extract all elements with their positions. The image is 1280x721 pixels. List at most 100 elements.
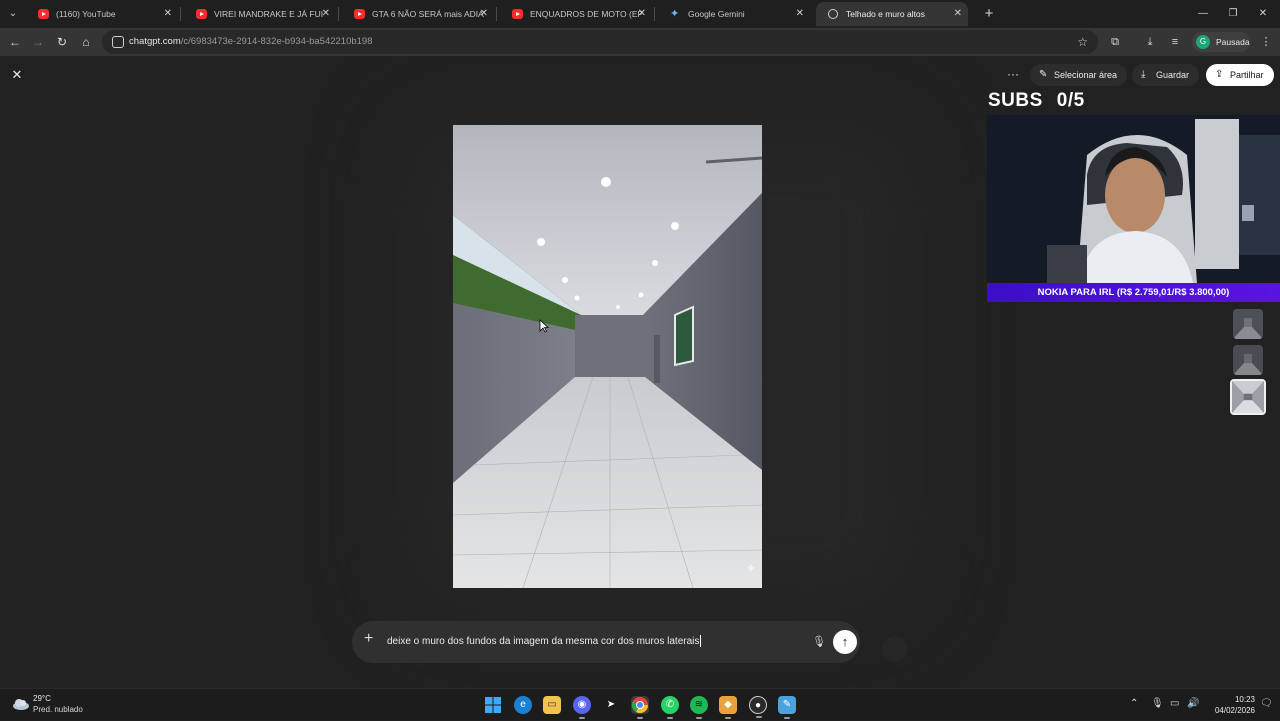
url-text[interactable]: chatgpt.com/c/6983473e-2914-832e-b934-ba… (129, 30, 373, 54)
profile-button[interactable]: G Pausada (1192, 32, 1250, 52)
select-area-button[interactable]: ✎ Selecionar área (1030, 64, 1128, 86)
tab-youtube-video[interactable]: ENQUADROS DE MOTO (EP. 12) ✕ (500, 2, 652, 26)
steam-icon[interactable]: ➤ (602, 696, 620, 714)
paint-icon[interactable]: ✎ (778, 696, 796, 719)
svg-text:✦: ✦ (745, 561, 757, 577)
subs-count: 0/5 (1056, 90, 1085, 111)
address-bar[interactable]: chatgpt.com/c/6983473e-2914-832e-b934-ba… (102, 30, 1098, 54)
save-label: Guardar (1156, 70, 1190, 80)
tab-search-chevron-icon[interactable]: ⌄ (4, 5, 22, 23)
microphone-tray-icon[interactable]: 🎙 (1151, 698, 1164, 709)
webcam-feed (987, 115, 1280, 283)
url-domain: chatgpt.com (129, 36, 181, 47)
browser-menu-kebab-icon[interactable]: ⋮ (1257, 33, 1275, 51)
restore-icon[interactable]: ❐ (1218, 4, 1248, 24)
clock-date: 04/02/2026 (1214, 706, 1255, 715)
spotify-icon[interactable]: ≋ (690, 696, 708, 719)
tab-divider (654, 7, 655, 21)
donation-goal-ticker: NOKIA PARA IRL (R$ 2.759,01/R$ 3.800,00) (987, 283, 1280, 302)
more-options-icon[interactable]: ··· (1004, 64, 1022, 86)
weather-temperature: 29°C (33, 694, 51, 703)
image-thumbnail-1[interactable] (1233, 309, 1263, 339)
window-close-icon[interactable]: ✕ (1248, 4, 1278, 24)
cloud-weather-icon[interactable] (12, 698, 30, 710)
close-viewer-icon[interactable]: ✕ (8, 66, 26, 84)
tab-divider (180, 7, 181, 21)
tab-close-icon[interactable]: ✕ (796, 2, 804, 26)
gemini-icon: ✦ (670, 8, 680, 20)
mouse-pointer-icon (539, 319, 549, 333)
share-button[interactable]: ⇪ Partilhar (1206, 64, 1274, 86)
tab-close-icon[interactable]: ✕ (954, 2, 962, 26)
windows-start-icon[interactable] (484, 696, 502, 714)
chrome-icon[interactable] (631, 696, 649, 719)
tab-title: VIREI MANDRAKE E JÁ FUI HUM (214, 9, 326, 19)
send-arrow-button[interactable]: ↑ (833, 630, 857, 654)
tab-gemini[interactable]: ✦ Google Gemini ✕ (658, 2, 810, 26)
clock-time: 10:23 (1234, 695, 1255, 704)
tab-youtube-video[interactable]: GTA 6 NÃO SERÁ mais ADIADO ✕ (342, 2, 494, 26)
extensions-puzzle-icon[interactable]: ⧉ (1106, 33, 1124, 51)
prompt-composer[interactable]: + deixe o muro dos fundos da imagem da m… (352, 621, 860, 663)
discord-icon[interactable]: ◉ (573, 696, 591, 719)
downloads-icon[interactable]: ⤓ (1141, 33, 1159, 51)
share-label: Partilhar (1230, 70, 1264, 80)
home-icon[interactable]: ⌂ (77, 33, 95, 51)
thumbnail-art (1232, 381, 1264, 413)
edge-icon[interactable]: e (514, 696, 532, 714)
tab-title: Google Gemini (688, 9, 745, 19)
file-explorer-icon[interactable]: ▭ (543, 696, 561, 714)
tab-divider (338, 7, 339, 21)
obs-icon[interactable]: ● (749, 696, 767, 718)
tab-close-icon[interactable]: ✕ (480, 2, 488, 26)
network-icon[interactable]: ▭ (1170, 698, 1179, 709)
windows-taskbar: 29°C Pred. nublado e ▭ ◉ ➤ ✆ ≋ ◆ ● ✎ ⌃ 🎙… (0, 688, 1280, 720)
back-arrow-icon[interactable]: ← (6, 33, 24, 51)
system-clock[interactable]: 10:23 04/02/2026 (1205, 694, 1255, 716)
volume-icon[interactable]: 🔊 (1187, 698, 1199, 709)
generated-image[interactable]: ✦ (452, 125, 763, 589)
tray-overflow-chevron-icon[interactable]: ⌃ (1130, 698, 1138, 709)
tab-close-icon[interactable]: ✕ (164, 2, 172, 26)
site-info-icon[interactable] (112, 36, 124, 48)
tab-youtube[interactable]: (1160) YouTube ✕ (26, 2, 178, 26)
minimize-icon[interactable]: — (1188, 4, 1218, 24)
webcam-image (987, 115, 1280, 283)
prompt-text: deixe o muro dos fundos da imagem da mes… (387, 636, 700, 647)
text-caret (700, 635, 702, 648)
prompt-input[interactable]: deixe o muro dos fundos da imagem da mes… (387, 621, 702, 663)
tab-title: ENQUADROS DE MOTO (EP. 12) (530, 9, 642, 19)
image-thumbnail-2[interactable] (1233, 345, 1263, 375)
notifications-icon[interactable]: 🗨 (1260, 698, 1273, 709)
share-icon: ⇪ (1215, 69, 1224, 80)
forward-arrow-icon[interactable]: → (29, 33, 47, 51)
reload-icon[interactable]: ↻ (53, 33, 71, 51)
subs-label: SUBS (988, 90, 1043, 111)
weather-condition: Pred. nublado (33, 705, 83, 714)
new-tab-plus-icon[interactable]: + (980, 5, 998, 23)
avatar: G (1196, 35, 1210, 49)
thumbnail-art (1233, 345, 1263, 375)
tab-title: (1160) YouTube (56, 9, 116, 19)
save-button[interactable]: ⤓ Guardar (1132, 64, 1200, 86)
tab-chatgpt-active[interactable]: Telhado e muro altos ✕ (816, 2, 968, 26)
app-icon[interactable]: ◆ (719, 696, 737, 719)
tab-youtube-video[interactable]: VIREI MANDRAKE E JÁ FUI HUM ✕ (184, 2, 336, 26)
tab-close-icon[interactable]: ✕ (638, 2, 646, 26)
whatsapp-icon[interactable]: ✆ (661, 696, 679, 719)
reading-list-icon[interactable]: ≡ (1166, 33, 1184, 51)
subs-counter: SUBS 0/5 (988, 90, 1085, 112)
image-viewer: ✕ ··· ✎ Selecionar área ⤓ Guardar ⇪ Part… (0, 56, 1280, 688)
tab-close-icon[interactable]: ✕ (322, 2, 330, 26)
attach-plus-icon[interactable]: + (364, 630, 373, 648)
tab-title: GTA 6 NÃO SERÁ mais ADIADO (372, 9, 484, 19)
browser-tab-strip: ⌄ (1160) YouTube ✕ VIREI MANDRAKE E JÁ F… (0, 0, 1280, 28)
corridor-rendering: ✦ (452, 125, 763, 589)
microphone-icon[interactable]: 🎙 (812, 635, 826, 648)
select-area-icon: ✎ (1039, 69, 1048, 80)
bookmark-star-icon[interactable]: ☆ (1077, 30, 1088, 54)
youtube-icon (38, 9, 49, 19)
tab-divider (496, 7, 497, 21)
image-thumbnail-3-selected[interactable] (1230, 379, 1266, 415)
download-icon: ⤓ (1141, 69, 1146, 80)
